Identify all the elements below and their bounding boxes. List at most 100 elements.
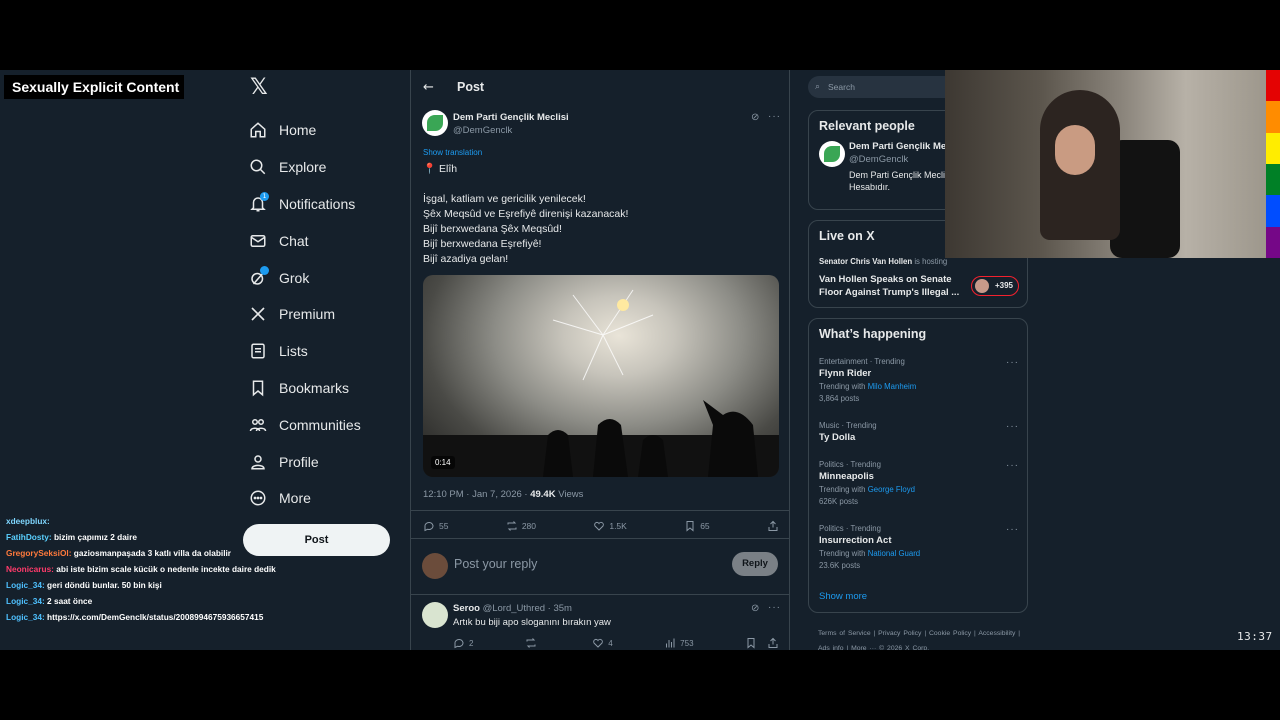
trend-posts: 626K posts bbox=[819, 497, 859, 506]
listener-avatar bbox=[975, 279, 989, 293]
reply-icon bbox=[454, 639, 464, 649]
home-icon bbox=[248, 120, 268, 140]
footer-links[interactable]: Terms of Service | Privacy Policy | Cook… bbox=[818, 626, 1028, 650]
nav-item-notifications[interactable]: 1 Notifications bbox=[248, 186, 408, 223]
nav-item-home[interactable]: Home bbox=[248, 112, 408, 149]
x-logo-icon[interactable]: 𝕏 bbox=[250, 77, 270, 99]
chat-text: abi iste bizim scale kücük o nedenle inc… bbox=[56, 564, 276, 574]
like-action[interactable]: 4 bbox=[592, 637, 613, 649]
show-more-link[interactable]: Show more bbox=[819, 591, 867, 602]
trend-category: Music · Trending bbox=[819, 421, 877, 430]
trend-more-icon[interactable]: ··· bbox=[1006, 421, 1019, 432]
live-hosting-label: is hosting bbox=[912, 257, 948, 266]
post-line: Şêx Meqsûd ve Eşrefiyê direnişi kazanaca… bbox=[423, 208, 629, 220]
chat-text: geri döndü bunlar. 50 bin kişi bbox=[47, 580, 162, 590]
reply-author[interactable]: Seroo @Lord_Uthred · 35m bbox=[453, 603, 572, 614]
relevant-avatar[interactable] bbox=[819, 141, 845, 167]
bookmark-icon bbox=[686, 521, 694, 532]
nav-item-bookmarks[interactable]: Bookmarks bbox=[248, 370, 408, 407]
live-host-name: Senator Chris Van Hollen bbox=[819, 257, 913, 266]
live-host: Senator Chris Van Hollen is hosting bbox=[819, 257, 947, 266]
bookmark-icon[interactable] bbox=[745, 637, 757, 649]
relevant-handle[interactable]: @DemGenclk bbox=[849, 154, 908, 165]
live-listener-count[interactable]: +395 bbox=[971, 276, 1019, 296]
nav-item-communities[interactable]: Communities bbox=[248, 406, 408, 443]
trend-with-label: Trending with bbox=[819, 549, 868, 558]
chat-text: https://x.com/DemGenclk/status/200899467… bbox=[47, 612, 264, 622]
nav-label-bookmarks: Bookmarks bbox=[279, 379, 350, 396]
trend-item[interactable]: Politics · Trending Minneapolis Trending… bbox=[819, 460, 1019, 506]
repost-icon bbox=[507, 521, 517, 531]
webcam-chair bbox=[1110, 140, 1180, 258]
nav-item-chat[interactable]: Chat bbox=[248, 222, 408, 259]
trend-with-label: Trending with bbox=[819, 485, 868, 494]
reply-input[interactable]: Post your reply bbox=[454, 557, 537, 571]
reply-avatar[interactable] bbox=[422, 602, 448, 628]
trend-name: Ty Dolla bbox=[819, 432, 856, 443]
share-icon[interactable] bbox=[767, 637, 779, 649]
mail-icon bbox=[248, 231, 268, 251]
grok-icon[interactable]: ⊘ bbox=[751, 603, 763, 615]
repost-action[interactable] bbox=[525, 637, 541, 649]
share-action[interactable] bbox=[767, 520, 779, 532]
search-icon: ⌕ bbox=[815, 82, 821, 92]
trend-with-link[interactable]: Milo Manheim bbox=[868, 382, 917, 391]
show-translation-link[interactable]: Show translation bbox=[423, 148, 482, 157]
author-handle[interactable]: @DemGenclk bbox=[453, 125, 512, 136]
more-options-icon[interactable]: ··· bbox=[768, 602, 781, 613]
trend-more-icon[interactable]: ··· bbox=[1006, 524, 1019, 535]
trend-with-link[interactable]: George Floyd bbox=[868, 485, 915, 494]
nav-label-profile: Profile bbox=[279, 453, 319, 470]
trend-more-icon[interactable]: ··· bbox=[1006, 460, 1019, 471]
grok-icon[interactable]: ⊘ bbox=[751, 112, 763, 124]
bell-icon: 1 bbox=[248, 191, 269, 214]
back-arrow-icon[interactable]: ← bbox=[423, 80, 434, 95]
views-action[interactable]: 753 bbox=[664, 637, 694, 649]
like-action[interactable]: 1.5K bbox=[593, 520, 627, 532]
views-icon bbox=[666, 638, 675, 648]
webcam-overlay bbox=[945, 70, 1266, 258]
chat-username: xdeepblux: bbox=[6, 516, 50, 526]
stream-chat: xdeepblux: FatihDosty: bizim çapımız 2 d… bbox=[6, 513, 276, 625]
post-line: İşgal, katliam ve gericilik yenilecek! bbox=[423, 193, 586, 205]
trend-item[interactable]: Politics · Trending Insurrection Act Tre… bbox=[819, 524, 1019, 570]
trend-with: Trending with Milo Manheim bbox=[819, 382, 1019, 391]
bookmark-action[interactable]: 65 bbox=[684, 520, 710, 532]
trend-item[interactable]: Music · Trending Ty Dolla ··· bbox=[819, 421, 1019, 443]
nav-item-profile[interactable]: Profile bbox=[248, 443, 408, 480]
bookmark-share-actions bbox=[745, 637, 779, 649]
live-stream-title[interactable]: Van Hollen Speaks on Senate Floor Agains… bbox=[819, 273, 964, 299]
chat-text: gaziosmanpaşada 3 katlı villa da olabili… bbox=[73, 548, 232, 558]
trend-more-icon[interactable]: ··· bbox=[1006, 357, 1019, 368]
nav-item-more[interactable]: More bbox=[248, 480, 408, 517]
reply-action[interactable]: 2 bbox=[453, 637, 473, 649]
primary-nav: Home Explore 1 Notifications Chat Grok P… bbox=[248, 112, 408, 517]
post-line: Bijî azadiya gelan! bbox=[423, 253, 509, 265]
reply-button[interactable]: Reply bbox=[732, 552, 778, 576]
trend-with-link[interactable]: National Guard bbox=[868, 549, 920, 558]
nav-label-home: Home bbox=[279, 122, 317, 139]
trend-item[interactable]: Entertainment · Trending Flynn Rider Tre… bbox=[819, 357, 1019, 403]
repost-action[interactable]: 280 bbox=[506, 520, 536, 532]
more-icon bbox=[248, 488, 268, 508]
content-warning-label: Sexually Explicit Content bbox=[4, 75, 184, 99]
author-name[interactable]: Dem Parti Gençlik Meclisi bbox=[453, 112, 569, 123]
nav-item-lists[interactable]: Lists bbox=[248, 333, 408, 370]
views-count: 753 bbox=[680, 638, 694, 648]
author-avatar[interactable] bbox=[422, 110, 448, 136]
post-line: Bijî berxwedana Eşrefiyê! bbox=[423, 238, 542, 250]
nav-item-premium[interactable]: Premium bbox=[248, 296, 408, 333]
post-time: 12:10 PM · Jan 7, 2026 · bbox=[423, 489, 531, 500]
video-duration: 0:14 bbox=[431, 456, 455, 469]
nav-label-notifications: Notifications bbox=[279, 195, 356, 212]
more-options-icon[interactable]: ··· bbox=[768, 111, 781, 122]
bookmark-count: 65 bbox=[700, 521, 710, 531]
nav-item-grok[interactable]: Grok bbox=[248, 259, 408, 296]
chat-username: Logic_34: bbox=[6, 612, 45, 622]
my-avatar[interactable] bbox=[422, 553, 448, 579]
nav-item-explore[interactable]: Explore bbox=[248, 149, 408, 186]
like-count: 1.5K bbox=[609, 521, 627, 531]
reply-action[interactable]: 55 bbox=[423, 520, 448, 532]
trend-posts: 3,864 posts bbox=[819, 394, 860, 403]
video-player[interactable]: 0:14 bbox=[423, 275, 779, 477]
